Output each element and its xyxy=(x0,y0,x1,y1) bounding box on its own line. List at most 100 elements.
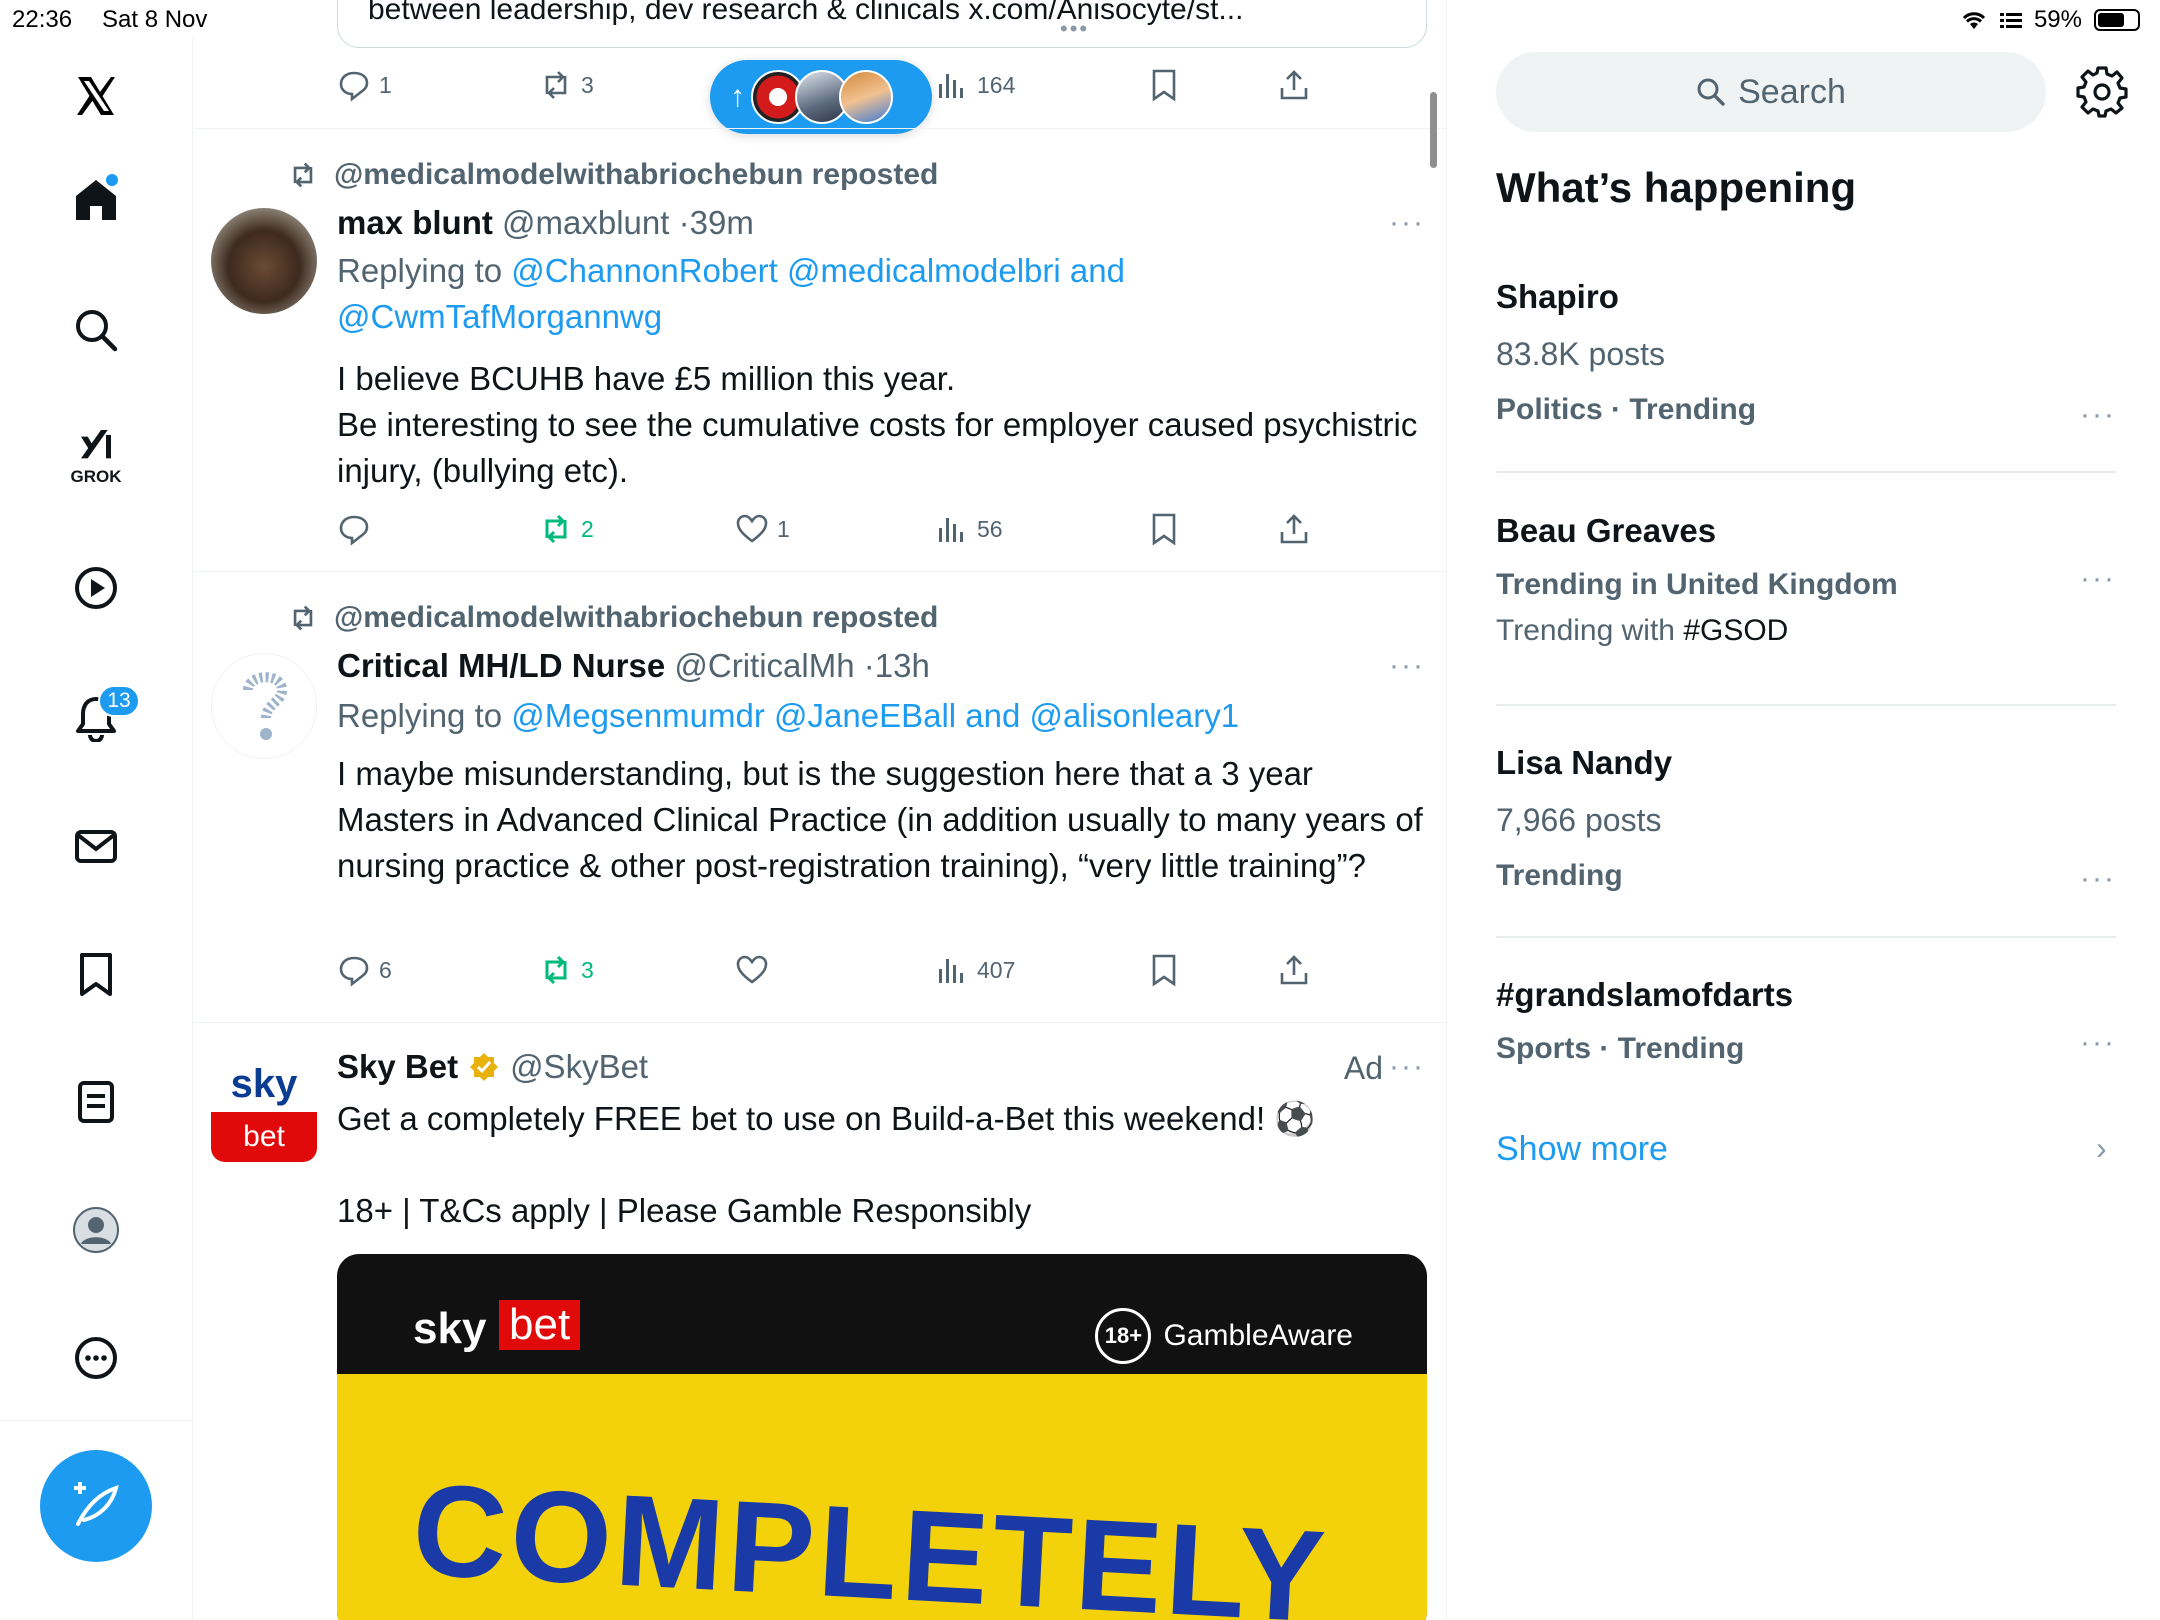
bookmark-button[interactable] xyxy=(1147,953,1181,987)
new-posts-pill[interactable]: ↑ xyxy=(710,60,932,134)
share-button[interactable] xyxy=(1277,953,1311,987)
gambleaware-text: GambleAware xyxy=(1163,1319,1353,1352)
heart-icon xyxy=(736,514,768,543)
reply-count: 6 xyxy=(379,956,392,983)
ad-label: Ad xyxy=(1343,1050,1383,1086)
bookmark-icon xyxy=(1152,69,1176,102)
timestamp[interactable]: 13h xyxy=(875,647,930,684)
share-button[interactable] xyxy=(1277,68,1311,102)
lists-icon[interactable] xyxy=(62,1068,130,1136)
home-icon[interactable] xyxy=(62,166,130,234)
pill-avatar-3 xyxy=(839,70,893,124)
search-icon xyxy=(1697,78,1725,106)
display-name[interactable]: Critical MH/LD Nurse xyxy=(337,647,665,684)
wifi-icon xyxy=(1962,12,1986,29)
views-button[interactable]: 56 xyxy=(935,512,1003,546)
trend-item-shapiro[interactable]: Shapiro 83.8K posts Politics · Trending … xyxy=(1496,278,2116,478)
like-button[interactable] xyxy=(735,953,777,987)
display-name[interactable]: max blunt xyxy=(337,204,493,241)
share-button[interactable] xyxy=(1277,512,1311,546)
reply-icon xyxy=(339,956,369,987)
tweet-header: Sky Bet @SkyBet xyxy=(337,1048,648,1086)
reply-button[interactable]: 6 xyxy=(337,953,392,987)
repost-button[interactable]: 3 xyxy=(539,68,594,102)
like-button[interactable]: 1 xyxy=(735,512,790,546)
trend-posts: 83.8K posts xyxy=(1496,336,1665,372)
avatar-bet-text: bet xyxy=(211,1112,317,1162)
bookmark-button[interactable] xyxy=(1147,68,1181,102)
tweet-divider xyxy=(194,1022,1446,1023)
trend-more-icon[interactable]: ··· xyxy=(2080,862,2116,896)
scrollbar[interactable] xyxy=(1430,92,1437,168)
user-handle[interactable]: @maxblunt xyxy=(502,204,669,241)
trend-more-icon[interactable]: ··· xyxy=(2080,398,2116,432)
battery-icon xyxy=(2094,9,2140,31)
battery-percent: 59% xyxy=(2033,6,2082,33)
settings-gear-icon[interactable] xyxy=(2076,66,2128,118)
reply-icon xyxy=(339,515,369,546)
chevron-right-icon[interactable]: › xyxy=(2096,1130,2107,1167)
grok-icon[interactable]: GROK xyxy=(62,422,130,490)
more-icon[interactable] xyxy=(62,1324,130,1392)
views-icon xyxy=(939,959,963,983)
more-options-icon[interactable]: ··· xyxy=(1389,206,1425,240)
skybet-avatar[interactable]: sky bet xyxy=(211,1056,317,1162)
age-18-icon: 18+ xyxy=(1095,1308,1152,1364)
separator-dot: · xyxy=(863,647,875,684)
share-icon xyxy=(1280,955,1308,985)
quoted-card[interactable]: between leadership, dev research & clini… xyxy=(337,0,1427,48)
views-button[interactable]: 164 xyxy=(935,68,1015,102)
ad-text-line2: 18+ | T&Cs apply | Please Gamble Respons… xyxy=(337,1192,1032,1229)
trend-item-beau-greaves[interactable]: Beau Greaves Trending in United Kingdom … xyxy=(1496,512,2116,712)
compose-button[interactable] xyxy=(40,1450,152,1562)
user-handle[interactable]: @SkyBet xyxy=(510,1048,648,1086)
x-logo-icon[interactable] xyxy=(62,62,130,130)
reply-button[interactable] xyxy=(337,512,379,546)
separator-dot: · xyxy=(678,204,690,241)
trend-divider xyxy=(1496,936,2116,938)
profile-icon[interactable] xyxy=(62,1196,130,1264)
like-count: 1 xyxy=(777,515,790,542)
tweet-divider xyxy=(194,128,1446,129)
views-icon xyxy=(939,518,963,542)
video-icon[interactable] xyxy=(62,554,130,622)
replying-handles[interactable]: @Megsenmumdr @JaneEBall and @alisonleary… xyxy=(511,697,1239,734)
trend-with: Trending with #GSOD xyxy=(1496,614,2116,648)
bookmarks-icon[interactable] xyxy=(62,940,130,1008)
bookmark-icon xyxy=(1152,954,1176,987)
search-icon[interactable] xyxy=(62,296,130,364)
messages-icon[interactable] xyxy=(62,812,130,880)
trend-more-icon[interactable]: ··· xyxy=(2080,562,2116,596)
trend-title: #grandslamofdarts xyxy=(1496,976,1794,1013)
verified-gold-icon xyxy=(470,1053,499,1081)
repost-button[interactable]: 3 xyxy=(539,953,594,987)
replying-prefix: Replying to xyxy=(337,252,503,289)
left-nav: GROK 13 xyxy=(0,38,193,1620)
more-options-icon[interactable]: ··· xyxy=(1389,1050,1425,1084)
trend-divider xyxy=(1496,471,2116,473)
repost-count: 3 xyxy=(581,956,594,983)
trend-meta: Trending xyxy=(1496,859,1623,892)
more-options-icon[interactable]: ··· xyxy=(1389,649,1425,683)
show-more-link[interactable]: Show more xyxy=(1496,1130,1668,1169)
repost-button[interactable]: 2 xyxy=(539,512,594,546)
home-unread-dot xyxy=(106,174,118,186)
avatar[interactable] xyxy=(211,208,317,314)
ad-image-sky: sky xyxy=(413,1304,487,1353)
trend-item-grandslamofdarts[interactable]: #grandslamofdarts Sports · Trending ··· xyxy=(1496,976,2116,1096)
trend-more-icon[interactable]: ··· xyxy=(2080,1026,2116,1060)
nav-divider xyxy=(0,1420,193,1421)
reply-count: 1 xyxy=(379,71,392,98)
timestamp[interactable]: 39m xyxy=(690,204,754,241)
ad-image[interactable]: sky bet 18+ GambleAware COMPLETELY xyxy=(337,1254,1427,1620)
trend-item-lisa-nandy[interactable]: Lisa Nandy 7,966 posts Trending ··· xyxy=(1496,744,2116,944)
views-icon xyxy=(939,74,963,98)
bookmark-button[interactable] xyxy=(1147,512,1181,546)
avatar[interactable] xyxy=(211,653,317,759)
views-button[interactable]: 407 xyxy=(935,953,1015,987)
trend-with-tag[interactable]: #GSOD xyxy=(1683,614,1788,647)
user-handle[interactable]: @CriticalMh xyxy=(674,647,854,684)
display-name[interactable]: Sky Bet xyxy=(337,1048,458,1086)
search-input[interactable]: Search xyxy=(1496,52,2046,132)
reply-button[interactable]: 1 xyxy=(337,68,392,102)
